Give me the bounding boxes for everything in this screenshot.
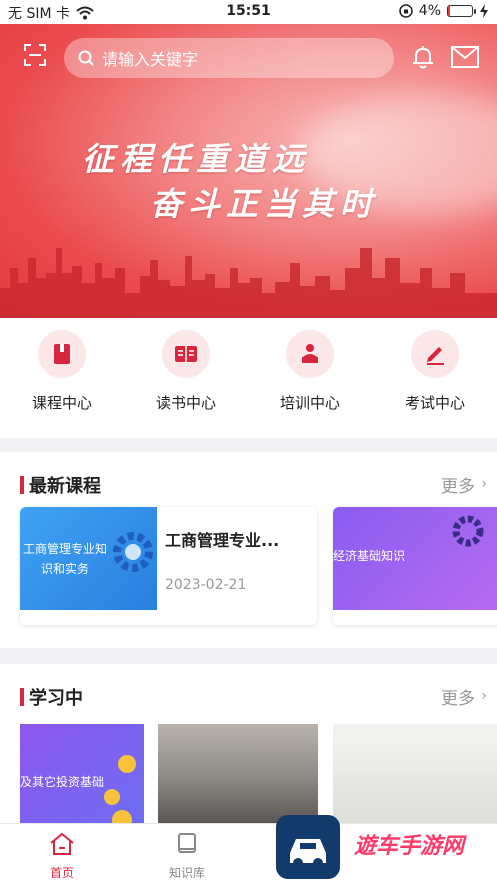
tab-knowledge-base[interactable]: 知识库 — [157, 832, 217, 881]
app-screen: 无 SIM 卡 15:51 4% 请输入关键字 征程任重道远 奋斗正当其时 课程… — [0, 0, 497, 883]
banner[interactable]: 请输入关键字 征程任重道远 奋斗正当其时 — [0, 24, 497, 318]
city-skyline-illustration — [0, 248, 497, 318]
tab-label: 首页 — [49, 866, 74, 880]
tab-label: 知识库 — [168, 866, 205, 880]
charging-icon — [480, 4, 488, 18]
coins-illustration — [104, 755, 136, 830]
section-marker — [20, 688, 24, 706]
course-thumbnail: 工商管理专业知识和实务 — [20, 507, 157, 610]
orientation-lock-icon — [399, 4, 413, 18]
quick-item-training-center[interactable]: 培训中心 — [260, 330, 360, 413]
section-title: 最新课程 — [29, 476, 101, 497]
section-title: 学习中 — [29, 688, 83, 709]
tab-home[interactable]: 首页 — [32, 832, 92, 881]
quick-item-course-center[interactable]: 课程中心 — [12, 330, 112, 413]
battery-icon — [447, 5, 476, 17]
quick-item-label: 考试中心 — [404, 394, 465, 412]
watermark-logo — [276, 815, 340, 879]
quick-item-label: 培训中心 — [279, 394, 340, 412]
quick-item-exam-center[interactable]: 考试中心 — [385, 330, 485, 413]
lecturer-icon — [302, 344, 318, 363]
mail-icon[interactable] — [451, 46, 479, 68]
course-card[interactable]: 经济基础知识 — [333, 507, 497, 625]
gear-icon — [113, 532, 153, 572]
course-card[interactable]: 工商管理专业知识和实务 工商管理专业... 2023-02-21 — [20, 507, 317, 625]
search-placeholder: 请输入关键字 — [102, 50, 199, 69]
more-link[interactable]: 更多 — [441, 684, 475, 709]
scan-icon[interactable] — [24, 44, 46, 66]
thumbnail-text: 经济基础知识 — [333, 549, 406, 563]
quick-menu: 课程中心 读书中心 培训中心 考试中心 — [0, 318, 497, 438]
quick-item-label: 读书中心 — [155, 394, 216, 412]
chevron-right-icon[interactable]: › — [481, 688, 487, 704]
latest-courses-section: 最新课程 更多 › 工商管理专业知识和实务 工商管理专业... 2023-02-… — [0, 452, 497, 648]
open-book-icon — [175, 346, 197, 362]
more-link[interactable]: 更多 — [441, 472, 475, 497]
thumbnail-text: 工商管理专业知识和实务 — [22, 542, 107, 576]
search-icon — [78, 50, 94, 66]
search-input[interactable]: 请输入关键字 — [64, 38, 394, 78]
battery-percent: 4% — [418, 3, 441, 19]
bell-icon[interactable] — [410, 44, 436, 70]
home-icon — [50, 832, 74, 855]
quick-item-reading-center[interactable]: 读书中心 — [136, 330, 236, 413]
course-thumbnail: 经济基础知识 — [333, 507, 497, 610]
status-bar: 无 SIM 卡 15:51 4% — [0, 0, 497, 24]
watermark-text: 遊车手游网 — [354, 834, 465, 859]
banner-slogan-2: 奋斗正当其时 — [150, 185, 379, 223]
course-title: 工商管理专业... — [165, 531, 280, 550]
learning-section: 学习中 更多 › 及其它投资基础 — [0, 664, 497, 834]
pencil-icon — [427, 347, 444, 365]
learning-card[interactable] — [333, 724, 497, 834]
course-date: 2023-02-21 — [165, 577, 247, 593]
gear-icon — [452, 515, 484, 547]
car-icon — [290, 839, 326, 868]
library-icon — [178, 833, 196, 853]
book-icon — [54, 344, 70, 364]
quick-item-label: 课程中心 — [31, 394, 92, 412]
section-marker — [20, 476, 24, 494]
chevron-right-icon[interactable]: › — [481, 476, 487, 492]
banner-slogan-1: 征程任重道远 — [82, 140, 311, 178]
learning-card[interactable]: 及其它投资基础 — [20, 724, 144, 834]
